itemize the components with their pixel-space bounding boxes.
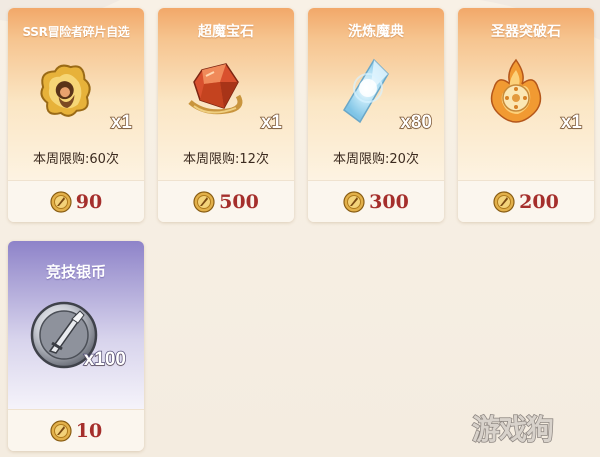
item-quantity: x80 xyxy=(400,111,433,134)
refining-grimoire-icon xyxy=(343,58,389,124)
price-bar[interactable]: 300 xyxy=(308,180,444,222)
item-quantity: x1 xyxy=(560,111,583,134)
purchase-limit: 本周限购:60次 xyxy=(33,152,119,167)
super-magic-gem-icon xyxy=(188,63,243,115)
price-bar[interactable]: 10 xyxy=(8,409,144,451)
purchase-limit: 本周限购:12次 xyxy=(183,152,269,167)
shop-item-card[interactable]: 圣器突破石 x1 200 xyxy=(458,8,594,222)
ssr-adventurer-shard-icon xyxy=(40,64,91,117)
purchase-limit: 本周限购:20次 xyxy=(333,152,419,167)
item-price: 10 xyxy=(75,419,103,442)
item-title: 圣器突破石 xyxy=(491,24,561,40)
shop-item-card[interactable]: 洗炼魔典 x80 本周限购:20次 300 xyxy=(308,8,444,222)
arena-token-coin-icon xyxy=(193,190,215,213)
shop-item-card[interactable]: 超魔宝石 x1 本周限购:12次 500 xyxy=(158,8,294,222)
arena-token-coin-icon xyxy=(343,190,365,213)
item-title: SSR冒险者碎片自选 xyxy=(22,25,130,39)
item-quantity: x100 xyxy=(83,348,127,371)
holy-relic-breakthrough-stone-icon xyxy=(490,58,542,123)
item-title: 洗炼魔典 xyxy=(348,24,404,40)
watermark-text: 游戏狗 xyxy=(471,412,555,447)
price-bar[interactable]: 200 xyxy=(458,180,594,222)
arena-token-coin-icon xyxy=(493,190,515,213)
price-bar[interactable]: 90 xyxy=(8,180,144,222)
watermark-logo: 游戏狗 xyxy=(471,406,555,450)
item-quantity: x1 xyxy=(110,111,133,134)
arena-token-coin-icon xyxy=(50,190,72,213)
item-title: 竞技银币 xyxy=(45,263,106,281)
item-price: 500 xyxy=(219,190,259,213)
item-quantity: x1 xyxy=(260,111,283,134)
price-bar[interactable]: 500 xyxy=(158,180,294,222)
item-price: 200 xyxy=(519,190,559,213)
arena-token-coin-icon xyxy=(50,419,72,442)
item-price: 90 xyxy=(75,190,103,213)
shop-item-card[interactable]: 竞技银币 x100 10 xyxy=(8,241,144,451)
shop-item-card[interactable]: SSR冒险者碎片自选 x1 本周限购:60次 90 xyxy=(8,8,144,222)
item-title: 超魔宝石 xyxy=(198,24,254,40)
item-price: 300 xyxy=(369,190,409,213)
